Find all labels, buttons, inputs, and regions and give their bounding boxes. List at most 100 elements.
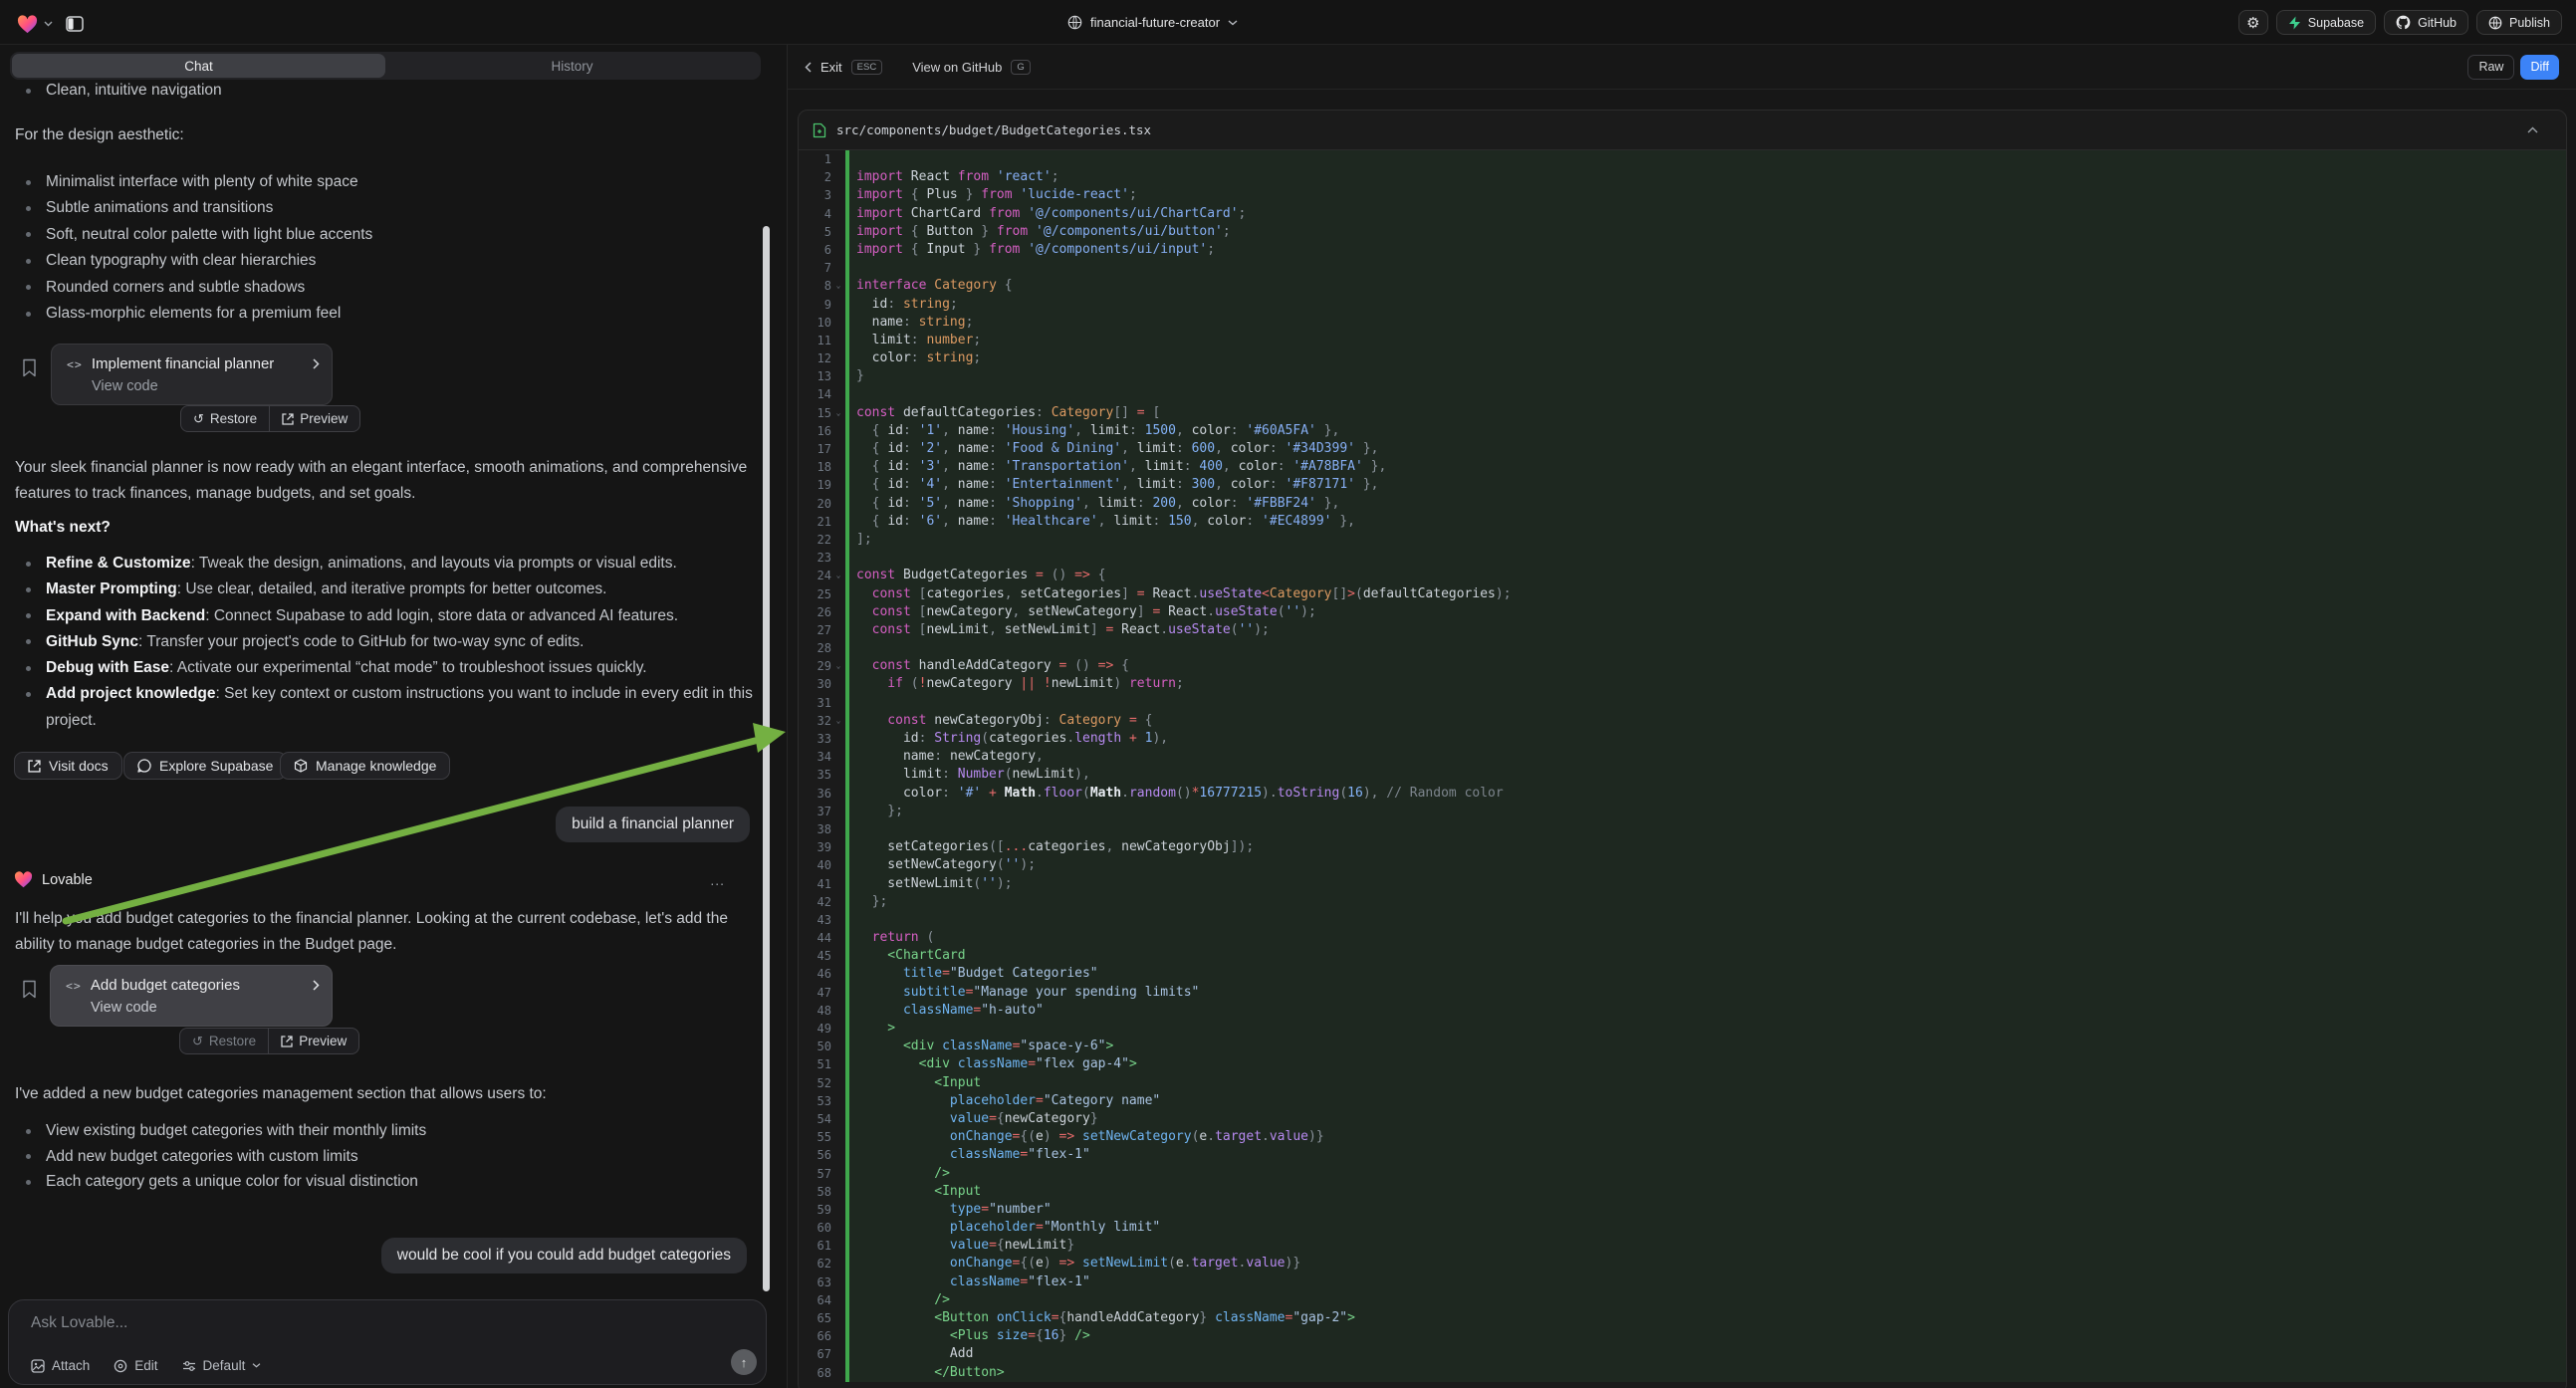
list-item: Add project knowledge: Set key context o… (15, 681, 760, 734)
code-line: 14 (799, 385, 2566, 403)
chevron-down-icon[interactable] (44, 21, 53, 27)
assistant-paragraph: Your sleek financial planner is now read… (15, 455, 760, 506)
chat-panel: Chat History Clean, intuitive navigation… (0, 45, 787, 1388)
project-switcher[interactable]: financial-future-creator (1067, 0, 1238, 45)
code-line: 1 (799, 150, 2566, 168)
esc-keycap: ESC (851, 60, 883, 75)
restore-preview-pill: ↺ Restore Preview (179, 1028, 359, 1054)
edit-mode-button[interactable]: Edit (114, 1358, 157, 1373)
code-icon: <> (66, 979, 82, 993)
code-editor[interactable]: 12import React from 'react';3import { Pl… (799, 150, 2566, 1388)
chevron-up-icon (2527, 126, 2538, 133)
code-line: 55 onChange={(e) => setNewCategory(e.tar… (799, 1128, 2566, 1146)
code-line: 36 color: '#' + Math.floor(Math.random()… (799, 785, 2566, 803)
code-line: 4import ChartCard from '@/components/ui/… (799, 205, 2566, 223)
attach-button[interactable]: Attach (31, 1358, 90, 1373)
bookmark-icon[interactable] (22, 980, 37, 999)
code-icon: <> (67, 357, 83, 371)
version-card-add-budget-categories[interactable]: <> Add budget categories View code (50, 965, 333, 1027)
chat-input[interactable] (31, 1314, 628, 1332)
explore-supabase-button[interactable]: Explore Supabase (123, 752, 287, 780)
list-item: Soft, neutral color palette with light b… (15, 222, 762, 248)
file-header[interactable]: src/components/budget/BudgetCategories.t… (799, 111, 2566, 150)
model-selector[interactable]: Default (182, 1358, 262, 1373)
chevron-right-icon (313, 358, 320, 369)
tab-chat[interactable]: Chat (12, 54, 385, 78)
code-line: 66 <Plus size={16} /> (799, 1327, 2566, 1345)
exit-button[interactable]: Exit ESC (788, 60, 882, 75)
list-item: View existing budget categories with the… (15, 1118, 762, 1144)
globe-icon (2488, 16, 2502, 30)
code-line: 50 <div className="space-y-6"> (799, 1038, 2566, 1055)
list-item: Glass-morphic elements for a premium fee… (15, 301, 762, 327)
code-line: 2import React from 'react'; (799, 168, 2566, 186)
manage-knowledge-button[interactable]: Manage knowledge (280, 752, 450, 780)
supabase-button[interactable]: Supabase (2276, 10, 2376, 35)
chevron-down-icon (252, 1363, 261, 1368)
design-list: Minimalist interface with plenty of whit… (15, 169, 762, 327)
send-button[interactable]: ↑ (731, 1349, 757, 1375)
collapse-file-button[interactable] (2527, 126, 2538, 133)
chat-scrollbar[interactable] (763, 226, 770, 1291)
code-line: 48 className="h-auto" (799, 1002, 2566, 1020)
sidebar-toggle-button[interactable] (59, 10, 91, 38)
restore-button[interactable]: ↺ Restore (180, 1029, 268, 1053)
restore-button[interactable]: ↺ Restore (181, 406, 269, 431)
view-code-link[interactable]: View code (52, 372, 332, 404)
code-line: 45 <ChartCard (799, 947, 2566, 965)
code-line: 41 setNewLimit(''); (799, 875, 2566, 893)
diff-toggle-button[interactable]: Diff (2520, 55, 2559, 80)
code-viewer-panel: Exit ESC View on GitHub G Raw Diff src/c… (787, 45, 2576, 1388)
view-code-link[interactable]: View code (51, 994, 332, 1026)
assistant-paragraph: I've added a new budget categories manag… (15, 1081, 760, 1107)
preview-button[interactable]: Preview (268, 1029, 358, 1053)
code-line: 24⌄const BudgetCategories = () => { (799, 567, 2566, 584)
code-line: 12 color: string; (799, 349, 2566, 367)
file-diff-card: src/components/budget/BudgetCategories.t… (798, 110, 2567, 1388)
code-line: 18 { id: '3', name: 'Transportation', li… (799, 458, 2566, 476)
lovable-logo-icon[interactable] (17, 15, 38, 34)
bookmark-icon[interactable] (22, 358, 37, 377)
top-bar: financial-future-creator ⚙ Supabase GitH… (0, 0, 2576, 45)
code-line: 51 <div className="flex gap-4"> (799, 1055, 2566, 1073)
assistant-paragraph: I'll help you add budget categories to t… (15, 906, 760, 957)
visit-docs-button[interactable]: Visit docs (14, 752, 122, 780)
code-line: 9 id: string; (799, 296, 2566, 314)
image-icon (31, 1359, 45, 1373)
external-link-icon (281, 1036, 293, 1047)
supabase-bolt-icon (2288, 16, 2301, 30)
code-line: 53 placeholder="Category name" (799, 1092, 2566, 1110)
view-on-github-button[interactable]: View on GitHub G (912, 60, 1030, 75)
lovable-app: financial-future-creator ⚙ Supabase GitH… (0, 0, 2576, 1388)
code-line: 25 const [categories, setCategories] = R… (799, 585, 2566, 603)
settings-button[interactable]: ⚙ (2238, 10, 2268, 35)
tab-history[interactable]: History (385, 54, 759, 78)
restore-preview-pill: ↺ Restore Preview (180, 405, 360, 432)
code-line: 40 setNewCategory(''); (799, 856, 2566, 874)
code-line: 20 { id: '5', name: 'Shopping', limit: 2… (799, 495, 2566, 513)
code-line: 27 const [newLimit, setNewLimit] = React… (799, 621, 2566, 639)
code-line: 22]; (799, 531, 2566, 549)
code-line: 17 { id: '2', name: 'Food & Dining', lim… (799, 440, 2566, 458)
version-card-implement-financial-planner[interactable]: <> Implement financial planner View code (51, 344, 333, 405)
github-button[interactable]: GitHub (2384, 10, 2468, 35)
chat-history-tabs: Chat History (10, 52, 761, 80)
code-line: 19 { id: '4', name: 'Entertainment', lim… (799, 476, 2566, 494)
arrow-up-icon: ↑ (741, 1355, 748, 1370)
code-line: 54 value={newCategory} (799, 1110, 2566, 1128)
code-line: 52 <Input (799, 1074, 2566, 1092)
code-line: 37 }; (799, 803, 2566, 820)
code-line: 62 onChange={(e) => setNewLimit(e.target… (799, 1255, 2566, 1272)
assistant-header: Lovable ... (14, 871, 761, 888)
code-line: 30 if (!newCategory || !newLimit) return… (799, 675, 2566, 693)
message-menu-button[interactable]: ... (710, 872, 725, 888)
chat-bubble-icon (137, 759, 151, 773)
publish-button[interactable]: Publish (2476, 10, 2562, 35)
package-icon (294, 759, 308, 773)
code-line: 34 name: newCategory, (799, 748, 2566, 766)
code-line: 35 limit: Number(newLimit), (799, 766, 2566, 784)
restore-icon: ↺ (192, 1034, 203, 1049)
raw-toggle-button[interactable]: Raw (2467, 55, 2514, 80)
preview-button[interactable]: Preview (269, 406, 359, 431)
code-line: 65 <Button onClick={handleAddCategory} c… (799, 1309, 2566, 1327)
